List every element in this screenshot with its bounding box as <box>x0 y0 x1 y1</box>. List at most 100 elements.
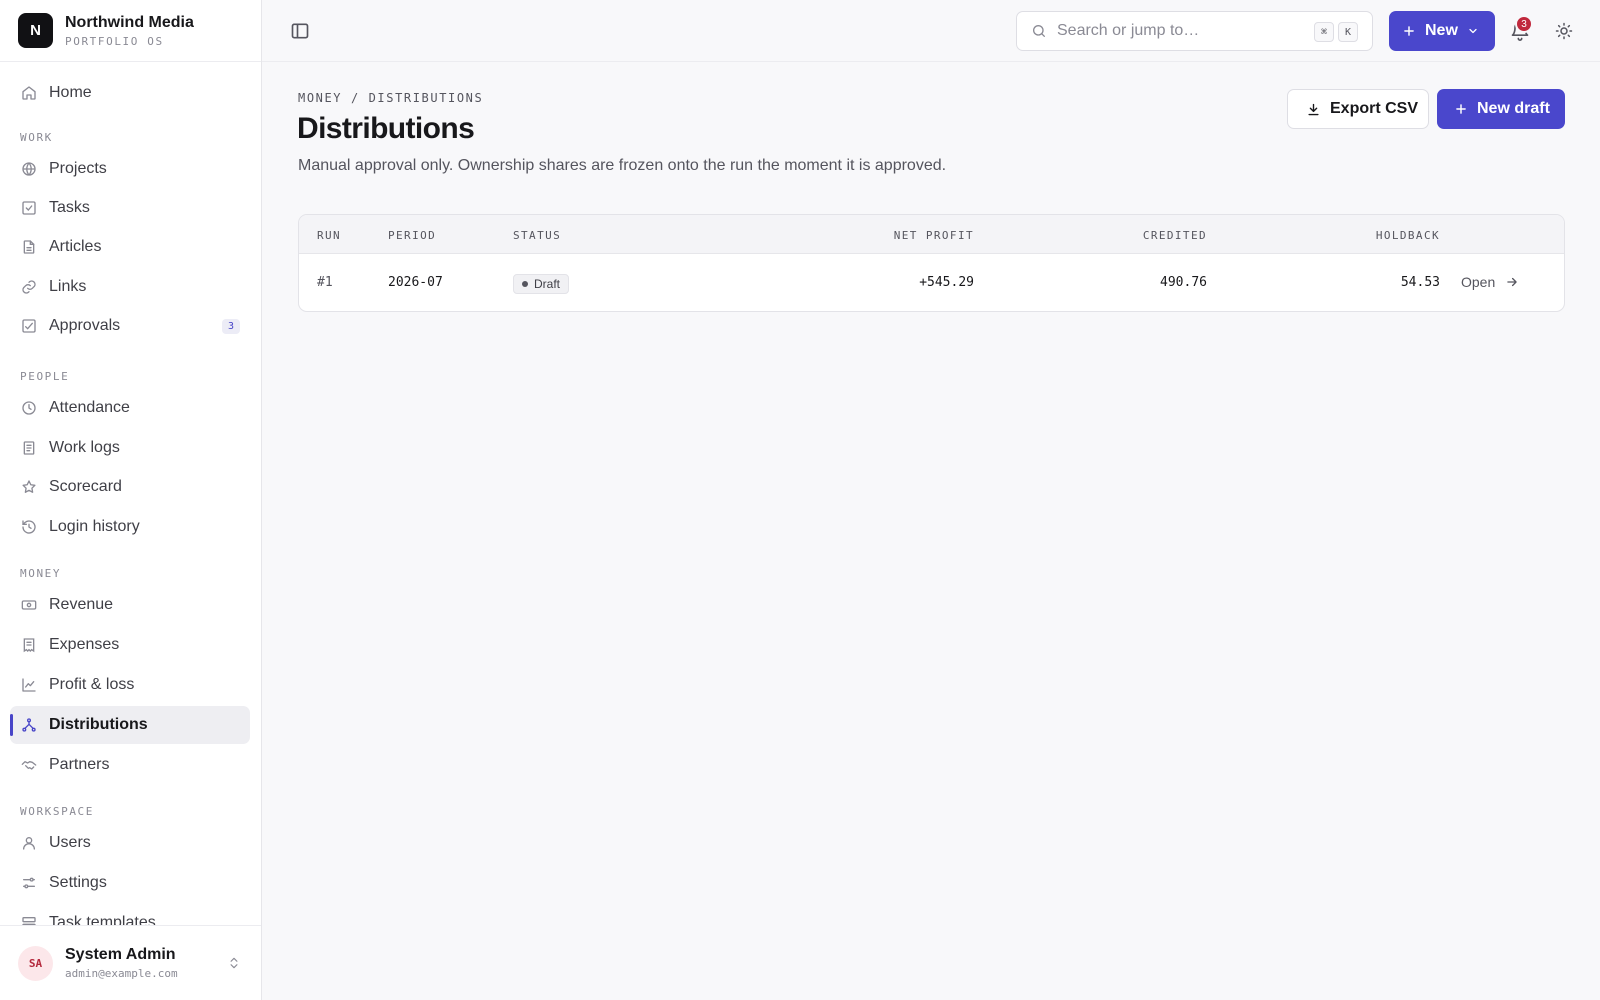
approvals-count-badge: 3 <box>221 318 240 334</box>
export-csv-label: Export CSV <box>1330 100 1419 117</box>
plus-icon <box>1404 26 1414 36</box>
new-draft-button[interactable]: New draft <box>1437 89 1565 129</box>
sidebar-item-distributions[interactable]: Distributions <box>10 706 250 744</box>
page-description: Manual approval only. Ownership shares a… <box>298 157 947 174</box>
handshake-icon <box>21 757 37 773</box>
sidebar-item-label: Articles <box>49 238 102 255</box>
sidebar-item-settings[interactable]: Settings <box>10 864 250 902</box>
sidebar-item-label: Expenses <box>49 636 120 653</box>
user-email: admin@example.com <box>65 967 178 980</box>
sliders-icon <box>21 875 37 891</box>
receipt-icon <box>21 637 37 653</box>
checkbox-icon <box>21 200 37 216</box>
cell-holdback: 54.53 <box>1400 275 1440 290</box>
sidebar-item-label: Home <box>49 84 92 101</box>
clock-icon <box>21 400 37 416</box>
sidebar-item-approvals[interactable]: Approvals 3 <box>10 307 250 345</box>
column-header-net-profit: NET PROFIT <box>893 229 974 242</box>
split-icon <box>21 717 37 733</box>
main-content: MONEY / DISTRIBUTIONS Distributions Manu… <box>262 62 1600 1000</box>
sidebar-item-articles[interactable]: Articles <box>10 228 250 266</box>
sidebar-item-home[interactable]: Home <box>10 74 250 112</box>
cell-period: 2026-07 <box>388 275 443 290</box>
search-input[interactable] <box>1057 22 1297 40</box>
sidebar-item-label: Partners <box>49 756 110 773</box>
column-header-period: PERIOD <box>388 229 437 242</box>
sidebar-item-task-templates[interactable]: Task templates <box>10 904 250 925</box>
export-csv-button[interactable]: Export CSV <box>1287 89 1429 129</box>
new-button-label: New <box>1425 22 1458 39</box>
sidebar-item-label: Links <box>49 278 87 295</box>
topbar: ⌘ K New 3 <box>262 0 1600 62</box>
nav-section-people: PEOPLE <box>20 370 70 383</box>
column-header-holdback: HOLDBACK <box>1375 229 1440 242</box>
sidebar-item-label: Users <box>49 834 91 851</box>
user-name: System Admin <box>65 946 176 963</box>
column-header-credited: CREDITED <box>1142 229 1207 242</box>
nav-section-workspace: WORKSPACE <box>20 805 95 818</box>
sidebar-item-partners[interactable]: Partners <box>10 746 250 784</box>
sidebar-item-revenue[interactable]: Revenue <box>10 586 250 624</box>
sidebar: N Northwind Media PORTFOLIO OS Home WORK… <box>0 0 262 1000</box>
plus-icon <box>1456 104 1466 114</box>
sidebar-item-label: Distributions <box>49 716 148 733</box>
breadcrumb: MONEY / DISTRIBUTIONS <box>298 91 484 105</box>
table-row[interactable]: #1 2026-07 Draft +545.29 490.76 54.53 Op… <box>299 254 1564 311</box>
status-label: Draft <box>534 277 561 291</box>
notebook-icon <box>21 440 37 456</box>
sidebar-item-label: Revenue <box>49 596 114 613</box>
sidebar-item-label: Approvals <box>49 317 121 334</box>
page-title: Distributions <box>297 112 475 145</box>
sidebar-item-login-history[interactable]: Login history <box>10 508 250 546</box>
cell-credited: 490.76 <box>1160 275 1207 290</box>
open-run-link[interactable]: Open <box>1461 274 1519 290</box>
brand-header[interactable]: N Northwind Media PORTFOLIO OS <box>0 0 261 62</box>
arrow-right-icon <box>1507 277 1517 287</box>
new-draft-label: New draft <box>1477 100 1550 117</box>
sidebar-item-label: Settings <box>49 874 107 891</box>
chevron-up-down-icon <box>230 957 238 969</box>
open-link-label: Open <box>1461 274 1496 290</box>
template-icon <box>21 915 37 925</box>
check-square-icon <box>21 318 37 334</box>
chevron-down-icon <box>1469 28 1477 34</box>
sidebar-item-tasks[interactable]: Tasks <box>10 189 250 227</box>
nav-section-work: WORK <box>20 131 53 144</box>
sidebar-toggle-icon[interactable] <box>290 21 310 41</box>
sidebar-item-scorecard[interactable]: Scorecard <box>10 468 250 506</box>
sidebar-item-expenses[interactable]: Expenses <box>10 626 250 664</box>
search-box[interactable]: ⌘ K <box>1016 11 1373 51</box>
cell-run: #1 <box>317 275 333 290</box>
table-header: RUN PERIOD STATUS NET PROFIT CREDITED HO… <box>299 215 1564 254</box>
nav-section-money: MONEY <box>20 567 62 580</box>
sun-icon[interactable] <box>1555 22 1573 40</box>
distributions-table: RUN PERIOD STATUS NET PROFIT CREDITED HO… <box>298 214 1565 312</box>
sidebar-item-label: Projects <box>49 160 107 177</box>
sidebar-item-work-logs[interactable]: Work logs <box>10 429 250 467</box>
star-icon <box>21 479 37 495</box>
kbd-k: K <box>1338 22 1358 42</box>
column-header-run: RUN <box>317 229 342 242</box>
notification-badge: 3 <box>1515 15 1533 33</box>
status-badge: Draft <box>513 274 570 294</box>
sidebar-item-label: Work logs <box>49 439 120 456</box>
line-chart-icon <box>21 677 37 693</box>
sidebar-item-attendance[interactable]: Attendance <box>10 389 250 427</box>
globe-icon <box>21 161 37 177</box>
new-button[interactable]: New <box>1389 11 1495 51</box>
sidebar-item-profit-loss[interactable]: Profit & loss <box>10 666 250 704</box>
sidebar-item-label: Tasks <box>49 199 90 216</box>
user-menu[interactable]: SA System Admin admin@example.com <box>0 925 261 1000</box>
kbd-cmd: ⌘ <box>1314 22 1334 42</box>
sidebar-nav: Home WORK Projects Tasks Articles Links … <box>0 62 261 925</box>
download-icon <box>1308 103 1319 115</box>
sidebar-item-label: Profit & loss <box>49 676 135 693</box>
avatar: SA <box>18 945 53 981</box>
sidebar-item-links[interactable]: Links <box>10 268 250 306</box>
file-text-icon <box>21 239 37 255</box>
sidebar-item-projects[interactable]: Projects <box>10 150 250 188</box>
sidebar-item-users[interactable]: Users <box>10 824 250 862</box>
banknote-icon <box>21 597 37 613</box>
sidebar-item-label: Task templates <box>49 914 156 925</box>
link-icon <box>21 279 37 295</box>
